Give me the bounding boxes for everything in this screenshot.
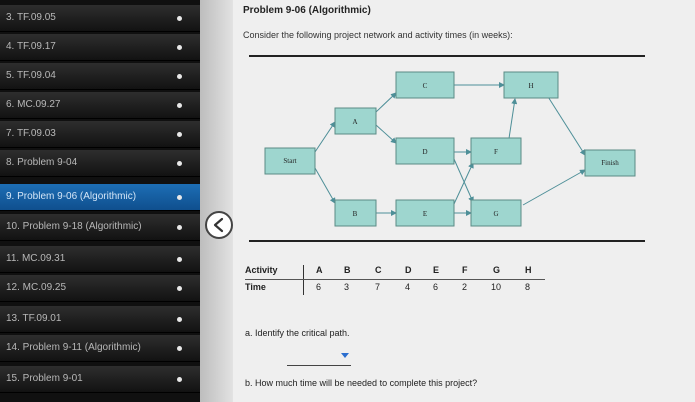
activity-f: F xyxy=(462,265,468,275)
status-dot-icon xyxy=(177,103,182,108)
svg-text:D: D xyxy=(422,148,427,156)
svg-text:H: H xyxy=(528,82,533,90)
sidebar-item-tf0905[interactable]: 3. TF.09.05 xyxy=(0,5,200,32)
sidebar-item-problem-9-04[interactable]: 8. Problem 9-04 xyxy=(0,150,200,177)
status-dot-icon xyxy=(177,377,182,382)
time-b: 3 xyxy=(344,282,350,292)
status-dot-icon xyxy=(177,195,182,200)
edge-e-f xyxy=(453,162,474,205)
status-dot-icon xyxy=(177,257,182,262)
node-f: F xyxy=(470,137,522,165)
sidebar-item-problem-9-06[interactable]: 9. Problem 9-06 (Algorithmic) xyxy=(0,184,200,211)
sidebar-item-label: 9. Problem 9-06 (Algorithmic) xyxy=(6,191,137,202)
question-b: b. How much time will be needed to compl… xyxy=(245,378,478,388)
activity-c: C xyxy=(375,265,382,275)
status-dot-icon xyxy=(177,225,182,230)
sidebar-item-tf0901[interactable]: 13. TF.09.01 xyxy=(0,306,200,333)
svg-text:Finish: Finish xyxy=(601,159,619,167)
edge-h-finish xyxy=(544,91,586,156)
edge-start-a xyxy=(314,121,336,153)
sidebar-item-label: 10. Problem 9-18 (Algorithmic) xyxy=(6,221,142,232)
question-list-sidebar: 3. TF.09.05 4. TF.09.17 5. TF.09.04 6. M… xyxy=(0,0,200,402)
question-a: a. Identify the critical path. xyxy=(245,328,350,338)
sidebar-item-mc0931[interactable]: 11. MC.09.31 xyxy=(0,246,200,273)
sidebar-item-tf0903[interactable]: 7. TF.09.03 xyxy=(0,121,200,148)
svg-text:C: C xyxy=(423,82,428,90)
chevron-down-icon xyxy=(341,353,349,358)
node-b: B xyxy=(334,199,377,227)
status-dot-icon xyxy=(177,132,182,137)
bottom-divider xyxy=(249,240,645,242)
sidebar-item-mc0925[interactable]: 12. MC.09.25 xyxy=(0,275,200,302)
table-divider-vertical xyxy=(303,265,304,295)
svg-text:Start: Start xyxy=(283,157,296,165)
node-c: C xyxy=(395,71,455,99)
time-d: 4 xyxy=(405,282,411,292)
edge-g-finish xyxy=(522,169,586,206)
sidebar-item-label: 11. MC.09.31 xyxy=(6,253,66,264)
sidebar-item-label: 14. Problem 9-11 (Algorithmic) xyxy=(6,342,141,353)
table-divider-horizontal xyxy=(245,279,545,280)
time-h: 8 xyxy=(525,282,531,292)
edge-a-c xyxy=(375,92,397,113)
svg-text:B: B xyxy=(353,210,358,218)
activity-g: G xyxy=(493,265,501,275)
node-d: D xyxy=(395,137,455,165)
edge-d-g xyxy=(453,158,474,203)
sidebar-item-label: 4. TF.09.17 xyxy=(6,41,56,52)
node-h: H xyxy=(503,71,559,99)
time-c: 7 xyxy=(375,282,381,292)
sidebar-item-problem-9-01[interactable]: 15. Problem 9-01 xyxy=(0,366,200,393)
sidebar-item-label: 12. MC.09.25 xyxy=(6,282,67,293)
sidebar-item-label: 8. Problem 9-04 xyxy=(6,157,78,168)
sidebar-item-label: 6. MC.09.27 xyxy=(6,99,61,110)
status-dot-icon xyxy=(177,161,182,166)
edge-start-b xyxy=(314,167,336,204)
time-f: 2 xyxy=(462,282,468,292)
status-dot-icon xyxy=(177,74,182,79)
sidebar-item-mc0927[interactable]: 6. MC.09.27 xyxy=(0,92,200,119)
critical-path-dropdown[interactable] xyxy=(287,350,351,366)
chevron-left-icon xyxy=(213,217,224,233)
status-dot-icon xyxy=(177,286,182,291)
node-finish: Finish xyxy=(584,149,636,177)
status-dot-icon xyxy=(177,317,182,322)
status-dot-icon xyxy=(177,45,182,50)
status-dot-icon xyxy=(177,16,182,21)
time-a: 6 xyxy=(316,282,322,292)
sidebar-item-label: 3. TF.09.05 xyxy=(6,12,56,23)
activity-e: E xyxy=(433,265,440,275)
sidebar-item-label: 7. TF.09.03 xyxy=(6,128,56,139)
sidebar-item-problem-9-18[interactable]: 10. Problem 9-18 (Algorithmic) xyxy=(0,214,200,241)
project-network-diagram: Start A B C D E F G H Finish xyxy=(264,71,636,227)
time-g: 10 xyxy=(491,282,502,292)
table-header-activity: Activity xyxy=(245,265,278,275)
node-g: G xyxy=(470,199,522,227)
sidebar-item-label: 13. TF.09.01 xyxy=(6,313,62,324)
time-e: 6 xyxy=(433,282,439,292)
activity-h: H xyxy=(525,265,532,275)
problem-content: Problem 9-06 (Algorithmic) Consider the … xyxy=(233,0,695,402)
sidebar-item-problem-9-11[interactable]: 14. Problem 9-11 (Algorithmic) xyxy=(0,335,200,362)
edge-a-d xyxy=(375,124,397,144)
svg-text:A: A xyxy=(352,118,357,126)
svg-text:G: G xyxy=(493,210,498,218)
sidebar-item-label: 5. TF.09.04 xyxy=(6,70,56,81)
sidebar-item-label: 15. Problem 9-01 xyxy=(6,373,83,384)
status-dot-icon xyxy=(177,346,182,351)
collapse-sidebar-button[interactable] xyxy=(205,211,233,239)
activity-d: D xyxy=(405,265,412,275)
activity-a: A xyxy=(316,265,323,275)
svg-text:F: F xyxy=(494,148,498,156)
sidebar-item-tf0917[interactable]: 4. TF.09.17 xyxy=(0,34,200,61)
svg-text:E: E xyxy=(423,210,427,218)
sidebar-divider xyxy=(200,0,233,402)
table-header-time: Time xyxy=(245,282,266,292)
activity-b: B xyxy=(344,265,351,275)
node-start: Start xyxy=(264,147,316,175)
node-e: E xyxy=(395,199,455,227)
sidebar-item-tf0904[interactable]: 5. TF.09.04 xyxy=(0,63,200,90)
node-a: A xyxy=(334,107,377,135)
